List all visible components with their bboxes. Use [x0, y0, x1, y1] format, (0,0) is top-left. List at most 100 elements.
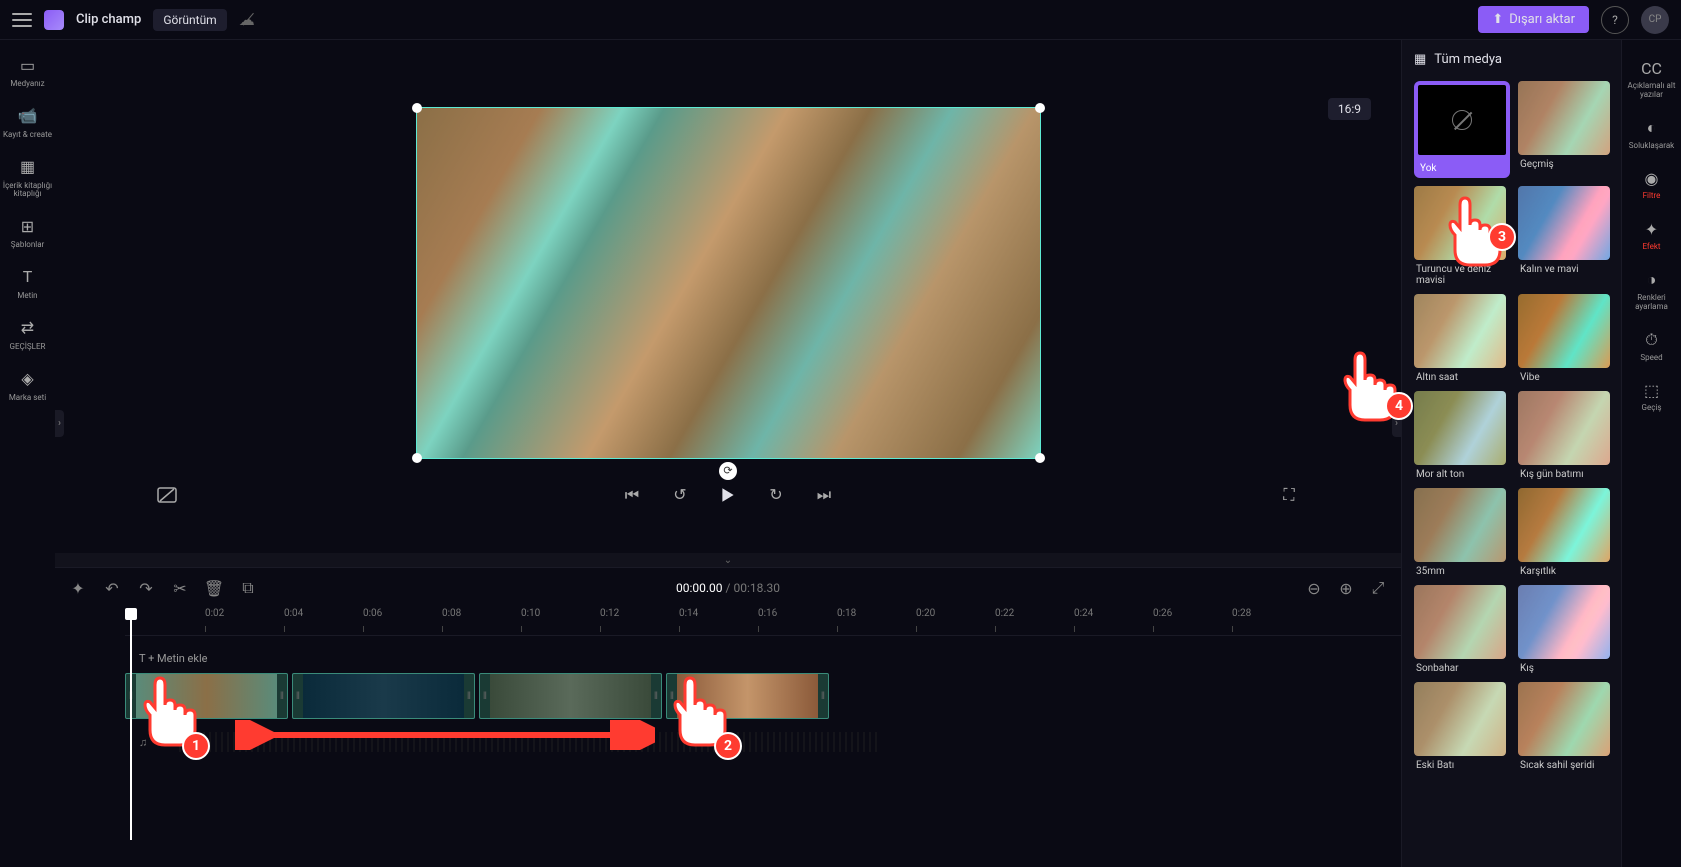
prop-icon: ⬚	[1642, 380, 1662, 400]
prop-Speed[interactable]: ⏱Speed	[1622, 324, 1681, 369]
sidebar-icon: ▦	[17, 156, 39, 178]
play-button[interactable]	[716, 483, 740, 507]
prop-Geçiş[interactable]: ⬚Geçiş	[1622, 374, 1681, 419]
filter-Vibe[interactable]: Vibe	[1518, 294, 1610, 383]
sidebar-item-4[interactable]: TMetin	[0, 260, 55, 307]
resize-handle-tr[interactable]	[1035, 103, 1045, 113]
rewind-icon[interactable]: ↺	[668, 483, 692, 507]
ruler-tick: 0:02	[205, 608, 224, 619]
filter-Yok[interactable]: Yok	[1414, 81, 1510, 178]
filter-35mm[interactable]: 35mm	[1414, 488, 1510, 577]
ruler-tick: 0:16	[758, 608, 777, 619]
resize-handle-br[interactable]	[1035, 453, 1045, 463]
collapse-timeline[interactable]: ⌄	[55, 553, 1401, 567]
prop-Efekt[interactable]: ✦Efekt	[1622, 213, 1681, 258]
prop-icon: ⏱	[1642, 330, 1662, 350]
prop-Renkleri ayarlama[interactable]: ◑Renkleri ayarlama	[1622, 264, 1681, 318]
left-sidebar: ▭Medyanız📹Kayıt & create▦İçerik kitaplığ…	[0, 40, 55, 867]
app-logo	[44, 10, 64, 30]
filters-panel: ▦ Tüm medya YokGeçmişTuruncu ve deniz ma…	[1401, 40, 1621, 867]
skip-forward-icon[interactable]: ⏭	[812, 483, 836, 507]
sidebar-icon: ◈	[17, 368, 39, 390]
skip-back-icon[interactable]: ⏮	[620, 483, 644, 507]
sidebar-icon: 📹	[17, 105, 39, 127]
ruler-tick: 0:22	[995, 608, 1014, 619]
sidebar-item-5[interactable]: ⇄GEÇİŞLER	[0, 311, 55, 358]
forward-icon[interactable]: ↻	[764, 483, 788, 507]
annotation-1: 1	[182, 732, 210, 760]
resize-handle-tl[interactable]	[412, 103, 422, 113]
video-track: ‖‖ ‖‖ ‖‖ ‖‖	[125, 673, 1401, 719]
sidebar-item-2[interactable]: ▦İçerik kitaplığı kitaplığı	[0, 150, 55, 206]
filter-Karşıtlık[interactable]: Karşıtlık	[1518, 488, 1610, 577]
filter-Geçmiş[interactable]: Geçmiş	[1518, 81, 1610, 178]
undo-icon[interactable]: ↶	[103, 579, 121, 597]
prop-Açıklamalı alt yazılar[interactable]: CCAçıklamalı alt yazılar	[1622, 52, 1681, 106]
rotate-handle[interactable]: ⟳	[719, 462, 737, 480]
filter-Kalın ve mavi[interactable]: Kalın ve mavi	[1518, 186, 1610, 286]
zoom-fit-icon[interactable]: ⤢	[1369, 579, 1387, 597]
clip-2[interactable]: ‖‖	[292, 673, 475, 719]
clip-4[interactable]: ‖‖	[666, 673, 829, 719]
ruler-tick: 0:18	[837, 608, 856, 619]
filter-Altın saat[interactable]: Altın saat	[1414, 294, 1510, 383]
video-frame[interactable]: ⟳	[416, 107, 1041, 459]
music-icon: ♫	[139, 736, 147, 749]
fullscreen-icon[interactable]: ⛶	[1277, 483, 1301, 507]
sidebar-item-3[interactable]: ⊞Şablonlar	[0, 209, 55, 256]
help-button[interactable]: ?	[1601, 6, 1629, 34]
sidebar-icon: T	[17, 266, 39, 288]
export-button[interactable]: ⬆ Dışarı aktar	[1478, 6, 1589, 33]
sidebar-icon: ▭	[17, 54, 39, 76]
view-button[interactable]: Görüntüm	[153, 9, 226, 31]
filter-Mor alt ton[interactable]: Mor alt ton	[1414, 391, 1510, 480]
prop-icon: ◑	[1642, 270, 1662, 290]
timeline-ruler[interactable]: 0:020:040:060:080:100:120:140:160:180:20…	[125, 608, 1401, 636]
prop-Soluklaşarak[interactable]: ◐Soluklaşarak	[1622, 112, 1681, 157]
sidebar-item-6[interactable]: ◈Marka seti	[0, 362, 55, 409]
filter-Eski Batı[interactable]: Eski Batı	[1414, 682, 1510, 771]
sidebar-item-1[interactable]: 📹Kayıt & create	[0, 99, 55, 146]
cloud-off-icon: ☁̸	[239, 10, 255, 29]
clip-1[interactable]: ‖‖	[125, 673, 288, 719]
clip-3[interactable]: ‖‖	[479, 673, 662, 719]
timeline: ✦ ↶ ↷ ✂ 🗑 ⧉ 00:00.00 / 00:18.30 ⊖ ⊕ ⤢ 0:…	[55, 567, 1401, 867]
filter-Sonbahar[interactable]: Sonbahar	[1414, 585, 1510, 674]
zoom-out-icon[interactable]: ⊖	[1305, 579, 1323, 597]
aspect-ratio-selector[interactable]: 16:9	[1328, 98, 1371, 120]
video-content	[417, 108, 1040, 458]
ruler-tick: 0:20	[916, 608, 935, 619]
menu-icon[interactable]	[12, 13, 32, 27]
annotation-4: 4	[1385, 392, 1413, 420]
properties-sidebar: CCAçıklamalı alt yazılar ◐Soluklaşarak ◉Fi…	[1621, 40, 1681, 867]
avatar[interactable]: CP	[1641, 6, 1669, 34]
annotation-2: 2	[714, 732, 742, 760]
ruler-tick: 0:24	[1074, 608, 1093, 619]
sidebar-icon: ⊞	[17, 215, 39, 237]
ruler-tick: 0:14	[679, 608, 698, 619]
media-icon: ▦	[1414, 52, 1426, 67]
filter-Sıcak sahil şeridi[interactable]: Sıcak sahil şeridi	[1518, 682, 1610, 771]
duplicate-icon[interactable]: ⧉	[239, 579, 257, 597]
panel-header: ▦ Tüm medya	[1414, 52, 1609, 67]
split-icon[interactable]: ✂	[171, 579, 189, 597]
playhead[interactable]	[125, 608, 137, 620]
text-track-add[interactable]: T + Metin ekle	[139, 652, 1401, 665]
ruler-tick: 0:08	[442, 608, 461, 619]
ruler-tick: 0:28	[1232, 608, 1251, 619]
magic-tool-icon[interactable]: ✦	[69, 579, 87, 597]
redo-icon[interactable]: ↷	[137, 579, 155, 597]
filter-Kış[interactable]: Kış	[1518, 585, 1610, 674]
delete-icon[interactable]: 🗑	[205, 579, 223, 597]
disable-preview-icon[interactable]	[155, 483, 179, 507]
preview-area: 16:9 ⟳ ⏮ ↺ ↻ ⏭ ⛶	[55, 40, 1401, 553]
filter-Kış gün batımı[interactable]: Kış gün batımı	[1518, 391, 1610, 480]
zoom-in-icon[interactable]: ⊕	[1337, 579, 1355, 597]
resize-handle-bl[interactable]	[412, 453, 422, 463]
sidebar-item-0[interactable]: ▭Medyanız	[0, 48, 55, 95]
annotation-3: 3	[1488, 223, 1516, 251]
upload-icon: ⬆	[1492, 12, 1503, 27]
prop-Filtre[interactable]: ◉Filtre	[1622, 162, 1681, 207]
ruler-tick: 0:06	[363, 608, 382, 619]
sidebar-icon: ⇄	[17, 317, 39, 339]
